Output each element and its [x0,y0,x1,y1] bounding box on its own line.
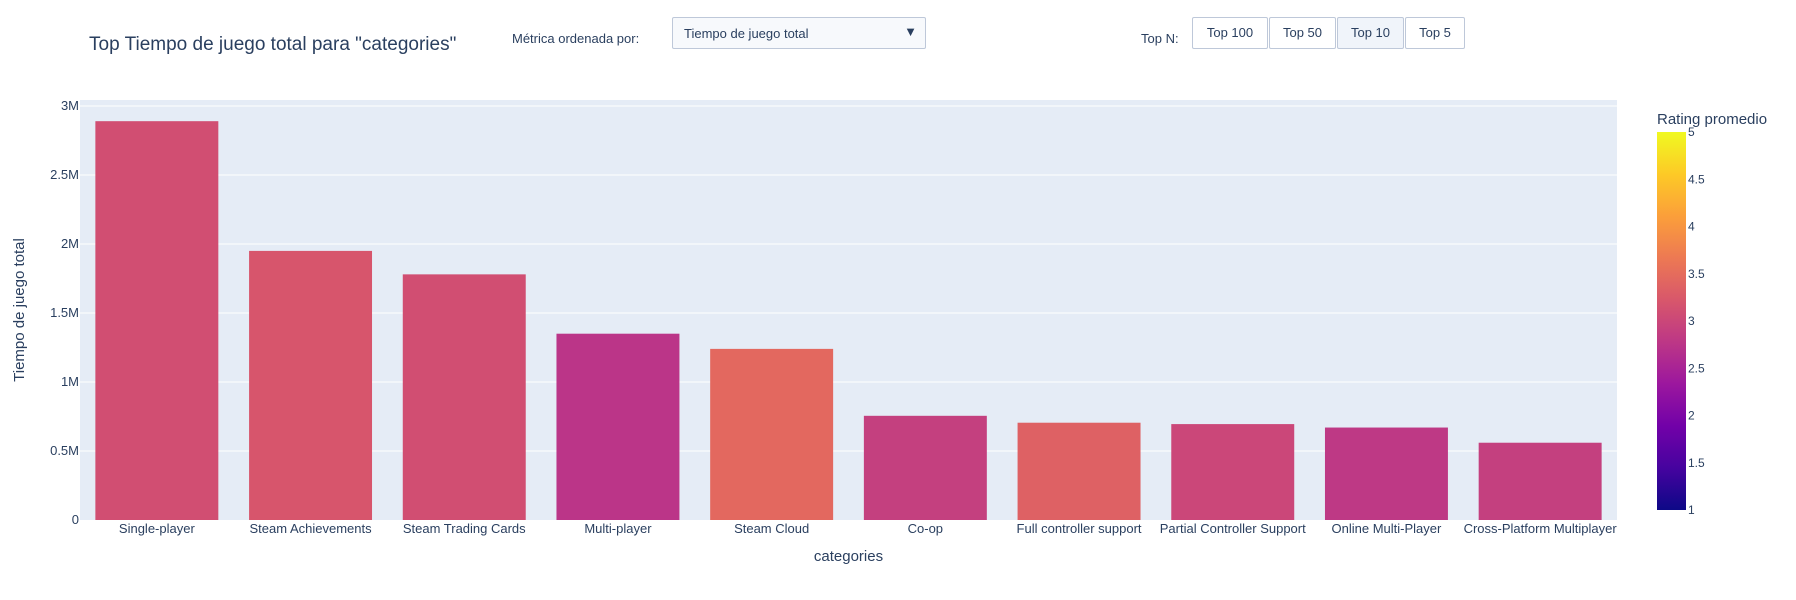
bar[interactable] [710,348,834,520]
x-tick-label: Cross-Platform Multiplayer [1464,521,1618,536]
x-tick-label: Steam Cloud [734,521,809,536]
bar[interactable] [402,274,526,520]
x-axis-title: categories [814,548,883,565]
colorbar-tick-label: 3.5 [1688,267,1705,281]
bar[interactable] [1017,422,1141,520]
colorbar-tick-label: 2.5 [1688,361,1705,375]
bar[interactable] [249,250,373,520]
y-tick-label: 2.5M [50,167,79,182]
colorbar-tick-label: 4 [1688,220,1695,234]
y-tick-label: 3M [61,98,79,113]
bar[interactable] [556,333,680,520]
x-tick-label: Steam Trading Cards [403,521,526,536]
bar[interactable] [1324,427,1448,520]
bar[interactable] [863,415,987,520]
x-tick-label: Online Multi-Player [1332,521,1442,536]
y-tick-label: 1.5M [50,305,79,320]
bar[interactable] [95,121,219,521]
y-axis-title: Tiempo de juego total [11,238,28,382]
bar[interactable] [1171,424,1295,520]
colorbar-tick-label: 5 [1688,125,1695,139]
x-tick-label: Steam Achievements [249,521,372,536]
x-tick-label: Single-player [119,521,196,536]
colorbar-tick-label: 1.5 [1688,456,1705,470]
x-tick-label: Co-op [908,521,943,536]
colorbar-tick-label: 3 [1688,314,1695,328]
x-tick-label: Full controller support [1017,521,1142,536]
colorbar-title: Rating promedio [1657,111,1767,128]
colorbar [1657,132,1686,510]
chart-area: 0 0.5M 1M 1.5M 2M 2.5M 3M Single-player Steam A… [11,98,1767,565]
y-tick-label: 0 [72,512,79,527]
y-tick-label: 1M [61,374,79,389]
colorbar-tick-label: 4.5 [1688,172,1705,186]
x-tick-label: Multi-player [584,521,652,536]
x-tick-label: Partial Controller Support [1160,521,1306,536]
y-tick-label: 2M [61,236,79,251]
y-tick-label: 0.5M [50,443,79,458]
colorbar-tick-label: 1 [1688,503,1695,517]
bar[interactable] [1478,442,1602,520]
colorbar-tick-label: 2 [1688,409,1695,423]
